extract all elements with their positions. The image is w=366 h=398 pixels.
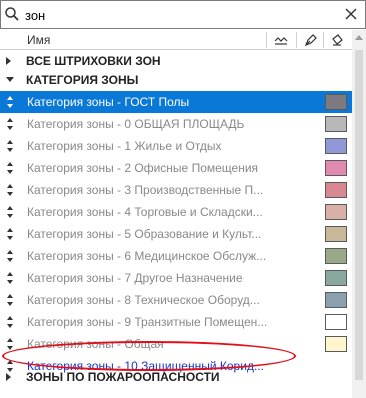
color-swatch[interactable] xyxy=(325,292,347,308)
item-label: Категория зоны - 3 Производственные П... xyxy=(27,183,264,197)
color-swatch[interactable] xyxy=(325,182,347,198)
column-divider xyxy=(266,32,267,48)
drag-handle-icon[interactable] xyxy=(6,315,14,329)
drag-handle-icon[interactable] xyxy=(6,293,14,307)
list-item[interactable]: Категория зоны - 6 Медицинское Обслуж... xyxy=(0,245,352,267)
drag-handle-icon[interactable] xyxy=(6,271,14,285)
group-label: ВСЕ ШТРИХОВКИ ЗОН xyxy=(26,54,161,68)
column-divider xyxy=(323,32,324,48)
search-bar[interactable] xyxy=(0,0,366,29)
color-swatch[interactable] xyxy=(325,138,347,154)
list-item[interactable]: Категория зоны - 8 Техническое Оборуд... xyxy=(0,289,352,311)
item-label: Категория зоны - ГОСТ Полы xyxy=(27,95,190,109)
group-row-zone-category[interactable]: КАТЕГОРИЯ ЗОНЫ xyxy=(0,69,352,91)
search-icon xyxy=(5,7,19,21)
paint-bucket-icon[interactable] xyxy=(329,32,345,48)
hatch-pattern-icon[interactable] xyxy=(273,32,289,48)
drag-handle-icon[interactable] xyxy=(6,183,14,197)
close-icon[interactable] xyxy=(345,8,357,20)
item-label: Категория зоны - 5 Образование и Культ..… xyxy=(27,227,262,241)
drag-handle-icon[interactable] xyxy=(6,117,14,131)
drag-handle-icon[interactable] xyxy=(6,337,14,351)
list-item[interactable]: Категория зоны - 5 Образование и Культ..… xyxy=(0,223,352,245)
item-label: Категория зоны - 9 Транзитные Помещен... xyxy=(27,315,268,329)
drag-handle-icon[interactable] xyxy=(6,95,14,109)
color-swatch[interactable] xyxy=(325,204,347,220)
list-item[interactable]: Категория зоны - Общая xyxy=(0,333,352,355)
scroll-thumb[interactable] xyxy=(355,50,363,380)
item-label: Категория зоны - 7 Другое Назначение xyxy=(27,271,243,285)
expand-arrow-icon[interactable] xyxy=(6,373,11,381)
list-item[interactable]: Категория зоны - 9 Транзитные Помещен... xyxy=(0,311,352,333)
list-item[interactable]: Категория зоны - 1 Жилье и Отдых xyxy=(0,135,352,157)
item-label: Категория зоны - 6 Медицинское Обслуж... xyxy=(27,249,267,263)
drag-handle-icon[interactable] xyxy=(6,227,14,241)
color-swatch[interactable] xyxy=(325,94,347,110)
item-label: Категория зоны - 4 Торговые и Складски..… xyxy=(27,205,263,219)
list-item[interactable]: Категория зоны - 2 Офисные Помещения xyxy=(0,157,352,179)
pen-fill-icon[interactable] xyxy=(303,32,319,48)
color-swatch[interactable] xyxy=(325,248,347,264)
color-swatch[interactable] xyxy=(325,160,347,176)
item-label: Категория зоны - 1 Жилье и Отдых xyxy=(27,139,222,153)
color-swatch[interactable] xyxy=(325,314,347,330)
item-label: Категория зоны - 0 ОБЩАЯ ПЛОЩАДЬ xyxy=(27,117,245,131)
drag-handle-icon[interactable] xyxy=(6,139,14,153)
item-label: Категория зоны - 8 Техническое Оборуд... xyxy=(27,293,260,307)
color-swatch[interactable] xyxy=(325,336,347,352)
column-header: Имя xyxy=(0,30,352,50)
list-item[interactable]: Категория зоны - 0 ОБЩАЯ ПЛОЩАДЬ xyxy=(0,113,352,135)
drag-handle-icon[interactable] xyxy=(6,205,14,219)
search-input[interactable] xyxy=(25,5,325,25)
list-item[interactable]: Категория зоны - 4 Торговые и Складски..… xyxy=(0,201,352,223)
collapse-arrow-icon[interactable] xyxy=(6,77,14,82)
vertical-scrollbar[interactable] xyxy=(352,30,366,398)
name-column-header[interactable]: Имя xyxy=(27,33,50,47)
drag-handle-icon[interactable] xyxy=(6,249,14,263)
scroll-up-arrow-icon[interactable] xyxy=(355,35,363,40)
list-item[interactable]: Категория зоны - 3 Производственные П... xyxy=(0,179,352,201)
color-swatch[interactable] xyxy=(325,116,347,132)
expand-arrow-icon[interactable] xyxy=(6,57,11,65)
list-item[interactable]: Категория зоны - 7 Другое Назначение xyxy=(0,267,352,289)
group-label: ЗОНЫ ПО ПОЖАРООПАСНОСТИ xyxy=(26,370,220,384)
group-label: КАТЕГОРИЯ ЗОНЫ xyxy=(26,73,139,87)
column-divider xyxy=(296,32,297,48)
list-item[interactable]: Категория зоны - ГОСТ Полы xyxy=(0,91,352,113)
group-row-fire-hazard-zones[interactable]: ЗОНЫ ПО ПОЖАРООПАСНОСТИ xyxy=(0,366,352,388)
color-swatch[interactable] xyxy=(325,270,347,286)
item-label: Категория зоны - Общая xyxy=(27,337,164,351)
drag-handle-icon[interactable] xyxy=(6,161,14,175)
item-label: Категория зоны - 2 Офисные Помещения xyxy=(27,161,259,175)
color-swatch[interactable] xyxy=(325,226,347,242)
